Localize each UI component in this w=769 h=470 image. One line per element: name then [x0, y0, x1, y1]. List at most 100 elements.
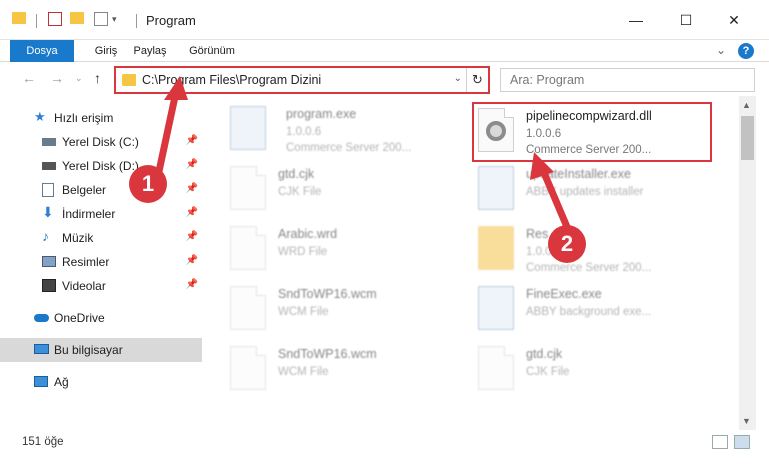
recent-locations-icon[interactable]: ⌄ — [75, 73, 83, 84]
pictures-icon — [42, 256, 56, 267]
file-name: gtd.cjk — [278, 167, 315, 181]
refresh-icon[interactable]: ↻ — [466, 68, 488, 92]
folder-icon — [122, 74, 136, 86]
file-version: 1.0.0.6 — [286, 126, 322, 138]
document-icon — [230, 286, 266, 330]
file-name: FineExec.exe — [526, 287, 602, 301]
chevron-down-icon[interactable]: ⌄ — [454, 73, 462, 84]
sidebar-item-label: Yerel Disk (D:) — [62, 159, 139, 173]
help-icon[interactable]: ? — [738, 43, 754, 59]
maximize-button[interactable]: ☐ — [676, 10, 696, 30]
network-icon — [34, 376, 48, 387]
search-placeholder: Ara: Program — [510, 73, 585, 87]
file-description: ABBY background exe... — [526, 306, 652, 318]
pin-icon: 📌 — [185, 207, 198, 218]
up-icon[interactable]: ↑ — [94, 70, 101, 86]
documents-icon — [42, 183, 54, 197]
step-badge-1: 1 — [129, 165, 167, 203]
navigation-bar: ← → ⌄ ↑ C:\Program Files\Program Dizini … — [0, 62, 769, 96]
file-item[interactable]: SndToWP16.wcm WCM File — [230, 282, 470, 338]
scrollbar-thumb[interactable] — [741, 116, 754, 160]
divider — [36, 14, 37, 28]
large-icons-view-icon[interactable] — [734, 435, 750, 449]
folder-icon — [478, 226, 514, 270]
back-icon[interactable]: ← — [22, 70, 36, 86]
forward-icon[interactable]: → — [50, 70, 64, 86]
download-icon: ⬇ — [42, 204, 54, 220]
new-folder-icon[interactable] — [70, 12, 84, 24]
sidebar-item-downloads[interactable]: ⬇ İndirmeler 📌 — [0, 202, 202, 226]
tab-home[interactable]: Giriş — [82, 40, 130, 62]
file-item[interactable]: gtd.cjk CJK File — [230, 162, 470, 218]
document-icon — [230, 346, 266, 390]
file-item[interactable]: FineExec.exe ABBY background exe... — [478, 282, 718, 338]
chevron-down-icon[interactable]: ▾ — [112, 14, 117, 25]
ribbon: Dosya Giriş Paylaş Görünüm ⌄ ? — [0, 40, 769, 96]
drive-icon — [42, 138, 56, 146]
document-icon — [230, 166, 266, 210]
window-title: Program — [146, 13, 196, 28]
file-item[interactable]: program.exe 1.0.0.6 Commerce Server 200.… — [230, 102, 470, 158]
scroll-up-icon[interactable]: ▲ — [742, 100, 751, 110]
sidebar-item-onedrive[interactable]: OneDrive — [0, 306, 202, 330]
vertical-scrollbar[interactable]: ▲ ▼ — [739, 96, 756, 430]
drive-icon — [42, 162, 56, 170]
music-icon: ♪ — [42, 228, 49, 244]
title-bar: ▾ Program — ☐ ✕ — [0, 0, 769, 40]
sidebar-item-label: İndirmeler — [62, 207, 116, 221]
details-view-icon[interactable] — [712, 435, 728, 449]
file-type: WRD File — [278, 246, 328, 258]
sidebar-item-label: Videolar — [62, 279, 106, 293]
customize-quick-access-icon[interactable] — [94, 12, 108, 26]
file-name: SndToWP16.wcm — [278, 287, 377, 301]
file-name: Arabic.wrd — [278, 227, 338, 241]
sidebar-item-network[interactable]: Ağ — [0, 370, 202, 394]
application-icon — [478, 166, 514, 210]
sidebar-item-label: Belgeler — [62, 183, 107, 197]
sidebar-item-music[interactable]: ♪ Müzik 📌 — [0, 226, 202, 250]
minimize-button[interactable]: — — [626, 10, 646, 30]
document-icon — [230, 226, 266, 270]
search-input[interactable]: Ara: Program — [500, 68, 755, 92]
videos-icon — [42, 279, 56, 292]
computer-icon — [34, 344, 49, 354]
step-badge-2: 2 — [548, 225, 586, 263]
sidebar-item-videos[interactable]: Videolar 📌 — [0, 274, 202, 298]
file-name: gtd.cjk — [526, 347, 563, 361]
sidebar-item-label: Resimler — [62, 255, 110, 269]
status-bar: 151 öğe — [0, 430, 769, 456]
cloud-icon — [34, 314, 49, 322]
expand-ribbon-icon[interactable]: ⌄ — [716, 43, 726, 57]
sidebar-item-label: Hızlı erişim — [54, 111, 114, 125]
properties-icon[interactable] — [48, 12, 62, 26]
sidebar-item-this-pc[interactable]: Bu bilgisayar — [0, 338, 202, 362]
application-icon — [478, 286, 514, 330]
file-type: CJK File — [526, 366, 570, 378]
sidebar-item-label: Bu bilgisayar — [54, 343, 123, 357]
application-icon — [230, 106, 266, 150]
document-icon — [478, 346, 514, 390]
star-icon: ★ — [34, 109, 46, 124]
file-type: WCM File — [278, 366, 329, 378]
folder-icon — [12, 12, 26, 24]
divider — [136, 14, 137, 28]
file-description: Commerce Server 200... — [526, 262, 652, 274]
sidebar-item-label: Yerel Disk (C:) — [62, 135, 139, 149]
pin-icon: 📌 — [185, 279, 198, 290]
file-description: Commerce Server 200... — [286, 142, 412, 154]
close-button[interactable]: ✕ — [724, 10, 744, 30]
item-count: 151 öğe — [22, 436, 64, 448]
file-name: SndToWP16.wcm — [278, 347, 377, 361]
file-item[interactable]: gtd.cjk CJK File — [478, 342, 718, 398]
sidebar-item-label: OneDrive — [54, 311, 105, 325]
file-name: program.exe — [286, 107, 357, 121]
scroll-down-icon[interactable]: ▼ — [742, 416, 751, 426]
pin-icon: 📌 — [185, 231, 198, 242]
file-item[interactable]: SndToWP16.wcm WCM File — [230, 342, 470, 398]
sidebar-item-label: Ağ — [54, 375, 69, 389]
tab-share[interactable]: Paylaş — [124, 40, 176, 62]
file-item[interactable]: Arabic.wrd WRD File — [230, 222, 470, 278]
tab-view[interactable]: Görünüm — [182, 40, 242, 62]
sidebar-item-label: Müzik — [62, 231, 94, 245]
sidebar-item-pictures[interactable]: Resimler 📌 — [0, 250, 202, 274]
